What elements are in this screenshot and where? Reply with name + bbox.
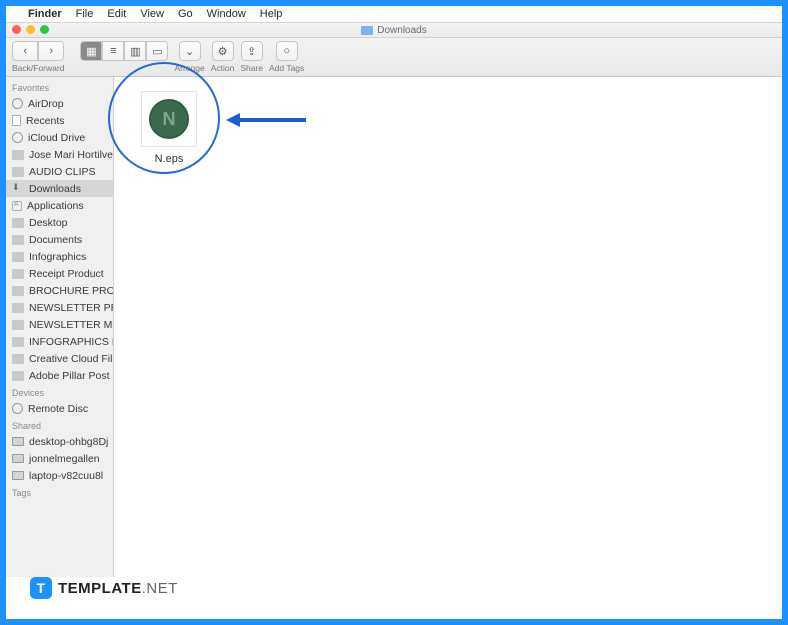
folder-icon xyxy=(12,320,24,330)
menu-help[interactable]: Help xyxy=(260,8,283,20)
menu-window[interactable]: Window xyxy=(207,8,246,20)
forward-button[interactable]: › xyxy=(38,41,64,61)
share-label: Share xyxy=(240,63,263,73)
sidebar: Favorites AirDrop Recents iCloud Drive J… xyxy=(6,77,114,577)
finder-window: Finder File Edit View Go Window Help Dow… xyxy=(6,6,782,619)
folder-icon xyxy=(12,269,24,279)
nav-label: Back/Forward xyxy=(12,63,64,73)
sidebar-item-icloud[interactable]: iCloud Drive xyxy=(6,129,113,146)
monitor-icon xyxy=(12,471,24,480)
action-button[interactable]: ⚙ xyxy=(212,41,234,61)
arrange-group: ⌄ Arrange xyxy=(174,41,204,73)
toolbar: ‹ › Back/Forward ▦ ≡ ▥ ▭ ⌄ Arrange ⚙ Act… xyxy=(6,38,782,77)
sidebar-section-tags: Tags xyxy=(6,484,113,500)
sidebar-item-receipt-product[interactable]: Receipt Product xyxy=(6,265,113,282)
sidebar-item-creative-cloud[interactable]: Creative Cloud Files xyxy=(6,350,113,367)
sidebar-item-shared-2[interactable]: jonnelmegallen xyxy=(6,450,113,467)
list-view-button[interactable]: ≡ xyxy=(102,41,124,61)
sidebar-item-audioclips[interactable]: AUDIO CLIPS xyxy=(6,163,113,180)
watermark-suffix: .NET xyxy=(142,580,178,597)
folder-icon xyxy=(12,252,24,262)
view-label xyxy=(123,63,125,73)
downloads-icon xyxy=(12,184,24,194)
folder-icon xyxy=(12,337,24,347)
minimize-button[interactable] xyxy=(26,25,35,34)
titlebar: Downloads xyxy=(6,23,782,38)
watermark-badge: T xyxy=(30,577,52,599)
content-area[interactable]: N N.eps xyxy=(114,77,782,577)
folder-icon xyxy=(12,235,24,245)
menu-view[interactable]: View xyxy=(140,8,164,20)
sidebar-item-newsletter-moc[interactable]: NEWSLETTER MOC… xyxy=(6,316,113,333)
disc-icon xyxy=(12,403,23,414)
sidebar-item-brochure[interactable]: BROCHURE PRODU… xyxy=(6,282,113,299)
sidebar-item-desktop[interactable]: Desktop xyxy=(6,214,113,231)
file-name-label: N.eps xyxy=(134,153,204,165)
menubar-app-name[interactable]: Finder xyxy=(28,8,62,20)
sidebar-item-recents[interactable]: Recents xyxy=(6,112,113,129)
share-button[interactable]: ⇪ xyxy=(241,41,263,61)
sidebar-item-shared-3[interactable]: laptop-v82cuu8l xyxy=(6,467,113,484)
sidebar-item-applications[interactable]: Applications xyxy=(6,197,113,214)
tags-button[interactable]: ○ xyxy=(276,41,298,61)
monitor-icon xyxy=(12,437,24,446)
folder-icon xyxy=(361,26,373,35)
menu-file[interactable]: File xyxy=(76,8,94,20)
sidebar-item-newsletter-prod[interactable]: NEWSLETTER PROD… xyxy=(6,299,113,316)
icon-view-button[interactable]: ▦ xyxy=(80,41,102,61)
file-thumbnail: N xyxy=(141,91,197,147)
eps-preview-icon: N xyxy=(149,99,189,139)
folder-icon xyxy=(12,354,24,364)
watermark: T TEMPLATE.NET xyxy=(30,577,178,599)
arrange-label: Arrange xyxy=(174,63,204,73)
folder-icon xyxy=(12,303,24,313)
traffic-lights xyxy=(12,25,49,34)
applications-icon xyxy=(12,201,22,211)
share-group: ⇪ Share xyxy=(240,41,263,73)
window-title: Downloads xyxy=(377,25,426,36)
sidebar-item-shared-1[interactable]: desktop-ohbg8Dj xyxy=(6,433,113,450)
tags-label: Add Tags xyxy=(269,63,304,73)
menu-go[interactable]: Go xyxy=(178,8,193,20)
recents-icon xyxy=(12,115,21,126)
action-label: Action xyxy=(211,63,235,73)
sidebar-section-devices: Devices xyxy=(6,384,113,400)
folder-icon xyxy=(12,167,24,177)
sidebar-item-infographics-pro[interactable]: INFOGRAPHICS PRO… xyxy=(6,333,113,350)
tags-group: ○ Add Tags xyxy=(269,41,304,73)
maximize-button[interactable] xyxy=(40,25,49,34)
file-item-n-eps[interactable]: N N.eps xyxy=(134,91,204,165)
monitor-icon xyxy=(12,454,24,463)
column-view-button[interactable]: ▥ xyxy=(124,41,146,61)
sidebar-item-documents[interactable]: Documents xyxy=(6,231,113,248)
folder-icon xyxy=(12,218,24,228)
icloud-icon xyxy=(12,132,23,143)
sidebar-item-user[interactable]: Jose Mari Hortilvero xyxy=(6,146,113,163)
main-area: Favorites AirDrop Recents iCloud Drive J… xyxy=(6,77,782,577)
watermark-brand: TEMPLATE xyxy=(58,580,142,597)
sidebar-section-favorites: Favorites xyxy=(6,79,113,95)
action-group: ⚙ Action xyxy=(211,41,235,73)
back-button[interactable]: ‹ xyxy=(12,41,38,61)
nav-group: ‹ › Back/Forward xyxy=(12,41,64,73)
sidebar-item-remote-disc[interactable]: Remote Disc xyxy=(6,400,113,417)
close-button[interactable] xyxy=(12,25,21,34)
folder-icon xyxy=(12,371,24,381)
sidebar-item-downloads[interactable]: Downloads xyxy=(6,180,113,197)
menu-edit[interactable]: Edit xyxy=(107,8,126,20)
folder-icon xyxy=(12,286,24,296)
menubar: Finder File Edit View Go Window Help xyxy=(6,6,782,23)
view-group: ▦ ≡ ▥ ▭ xyxy=(80,41,168,73)
sidebar-section-shared: Shared xyxy=(6,417,113,433)
folder-icon xyxy=(12,150,24,160)
gallery-view-button[interactable]: ▭ xyxy=(146,41,168,61)
airdrop-icon xyxy=(12,98,23,109)
arrange-button[interactable]: ⌄ xyxy=(179,41,201,61)
sidebar-item-airdrop[interactable]: AirDrop xyxy=(6,95,113,112)
sidebar-item-infographics[interactable]: Infographics xyxy=(6,248,113,265)
sidebar-item-adobe-pillar[interactable]: Adobe Pillar Post xyxy=(6,367,113,384)
